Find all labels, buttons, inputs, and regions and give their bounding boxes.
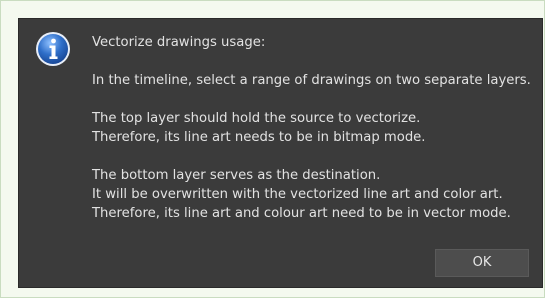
message-line: The top layer should hold the source to … <box>92 111 421 126</box>
dialog-message: Vectorize drawings usage: In the timelin… <box>92 33 537 223</box>
message-line: It will be overwritten with the vectoriz… <box>92 187 503 202</box>
page-frame: Vectorize drawings usage: In the timelin… <box>0 0 545 298</box>
info-icon <box>36 32 70 66</box>
message-line: In the timeline, select a range of drawi… <box>92 73 531 88</box>
message-line: Therefore, its line art and colour art n… <box>92 206 511 221</box>
message-heading: Vectorize drawings usage: <box>92 35 266 50</box>
ok-button[interactable]: OK <box>435 249 529 277</box>
message-line: The bottom layer serves as the destinati… <box>92 168 381 183</box>
message-dialog: Vectorize drawings usage: In the timelin… <box>18 18 543 288</box>
message-line: Therefore, its line art needs to be in b… <box>92 130 426 145</box>
